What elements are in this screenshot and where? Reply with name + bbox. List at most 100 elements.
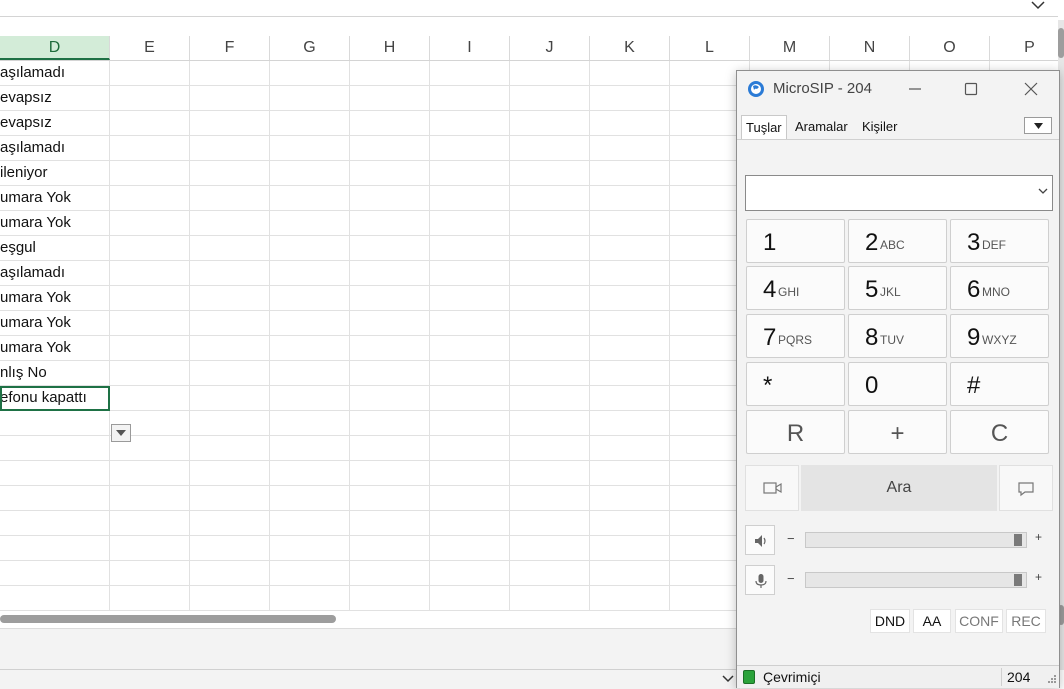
column-header-f[interactable]: F [190,36,270,60]
maximize-button[interactable] [951,77,991,101]
cell[interactable] [110,111,190,136]
key-6[interactable]: 6 MNO [950,266,1049,310]
cell[interactable] [190,461,270,486]
cell[interactable] [430,411,510,436]
resize-grip-icon[interactable] [1047,674,1057,684]
cell[interactable] [510,386,590,411]
cell[interactable] [590,261,670,286]
cell[interactable] [270,286,350,311]
microphone-button[interactable] [745,565,775,595]
cell[interactable] [430,186,510,211]
cell[interactable] [190,286,270,311]
cell[interactable] [110,286,190,311]
cell[interactable] [510,136,590,161]
cell[interactable] [350,261,430,286]
cell[interactable] [510,411,590,436]
cell[interactable] [0,436,110,461]
cell[interactable] [110,261,190,286]
minimize-button[interactable] [895,77,935,101]
cell[interactable]: evapsız [0,86,110,111]
cell[interactable] [190,511,270,536]
cell[interactable] [350,211,430,236]
cell[interactable] [510,361,590,386]
cell[interactable] [0,586,110,611]
cell[interactable] [430,386,510,411]
cell[interactable] [270,436,350,461]
cell[interactable] [110,236,190,261]
cell[interactable] [270,361,350,386]
cell[interactable] [510,86,590,111]
cell[interactable] [350,361,430,386]
key-hash[interactable]: # [950,362,1049,406]
column-header-d[interactable]: D [0,36,110,60]
call-button[interactable]: Ara [801,465,997,511]
auto-answer-button[interactable]: AA [913,609,951,633]
cell[interactable] [590,186,670,211]
cell[interactable] [110,136,190,161]
filter-dropdown-button[interactable] [111,424,131,442]
key-4[interactable]: 4 GHI [746,266,845,310]
cell[interactable] [430,61,510,86]
cell[interactable] [590,111,670,136]
tab-tuslar[interactable]: Tuşlar [741,115,787,139]
cell[interactable] [190,186,270,211]
conference-button[interactable]: CONF [955,609,1003,633]
cell[interactable] [590,236,670,261]
cell[interactable] [510,286,590,311]
cell[interactable] [430,361,510,386]
key-3[interactable]: 3 DEF [950,219,1049,263]
cell[interactable] [430,461,510,486]
cell[interactable] [430,261,510,286]
microphone-volume-thumb[interactable] [1014,574,1022,586]
cell[interactable] [350,486,430,511]
cell[interactable] [190,211,270,236]
key-5[interactable]: 5 JKL [848,266,947,310]
cell[interactable] [350,336,430,361]
cell[interactable]: nlış No [0,361,110,386]
horizontal-scrollbar[interactable] [0,612,740,628]
cell[interactable] [350,586,430,611]
cell[interactable] [110,586,190,611]
cell[interactable] [110,311,190,336]
tab-kisiler[interactable]: Kişiler [858,115,901,139]
cell[interactable] [110,161,190,186]
cell[interactable] [430,311,510,336]
cell[interactable] [430,511,510,536]
cell[interactable] [590,336,670,361]
cell[interactable] [190,61,270,86]
cell[interactable] [350,536,430,561]
cell[interactable] [590,361,670,386]
cell[interactable] [590,536,670,561]
cell[interactable] [190,236,270,261]
key-star[interactable]: * [746,362,845,406]
cell[interactable]: umara Yok [0,211,110,236]
chevron-down-icon[interactable] [1028,0,1048,14]
status-text[interactable]: Çevrimiçi [763,669,821,685]
cell[interactable] [0,461,110,486]
cell[interactable] [190,361,270,386]
cell[interactable] [0,486,110,511]
cell[interactable] [270,261,350,286]
dial-number-field[interactable] [748,178,1032,208]
cell[interactable] [430,286,510,311]
cell[interactable] [350,411,430,436]
cell[interactable] [590,286,670,311]
cell[interactable] [590,61,670,86]
horizontal-scroll-thumb[interactable] [0,615,336,623]
cell[interactable] [270,86,350,111]
cell[interactable] [430,211,510,236]
cell[interactable]: aşılamadı [0,136,110,161]
cell[interactable] [430,486,510,511]
column-header-k[interactable]: K [590,36,670,60]
cell[interactable] [270,561,350,586]
cell[interactable] [510,436,590,461]
cell[interactable] [0,536,110,561]
cell[interactable] [270,511,350,536]
cell[interactable] [270,111,350,136]
cell[interactable] [510,461,590,486]
cell[interactable] [190,336,270,361]
key-r[interactable]: R [746,410,845,454]
cell[interactable] [590,161,670,186]
cell[interactable] [510,336,590,361]
cell[interactable] [270,486,350,511]
